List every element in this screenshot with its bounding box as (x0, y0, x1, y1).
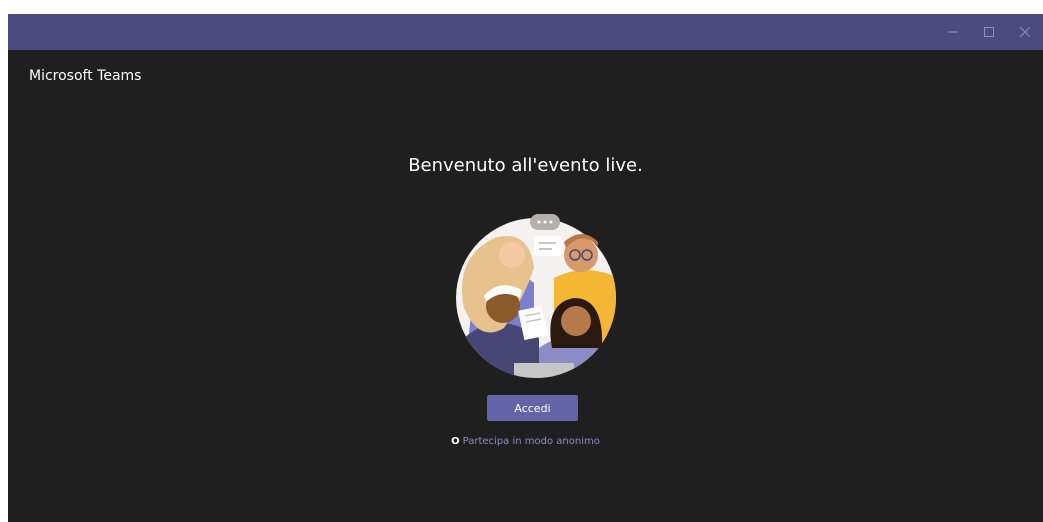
join-anonymous-link[interactable]: Partecipa in modo anonimo (463, 436, 600, 447)
teams-window: Microsoft Teams Benvenuto all'evento liv… (8, 14, 1043, 522)
anonymous-join-line: O Partecipa in modo anonimo (8, 436, 1043, 447)
maximize-icon (984, 27, 994, 37)
close-icon (1020, 27, 1030, 37)
welcome-heading: Benvenuto all'evento live. (408, 155, 643, 176)
or-label: O (451, 436, 460, 447)
close-button[interactable] (1007, 14, 1043, 50)
app-title: Microsoft Teams (29, 68, 142, 84)
minimize-button[interactable] (935, 14, 971, 50)
window-controls (935, 14, 1043, 50)
maximize-button[interactable] (971, 14, 1007, 50)
minimize-icon (948, 31, 958, 33)
signin-button[interactable]: Accedi (487, 395, 578, 421)
title-bar[interactable] (8, 14, 1043, 50)
people-illustration (456, 214, 616, 378)
